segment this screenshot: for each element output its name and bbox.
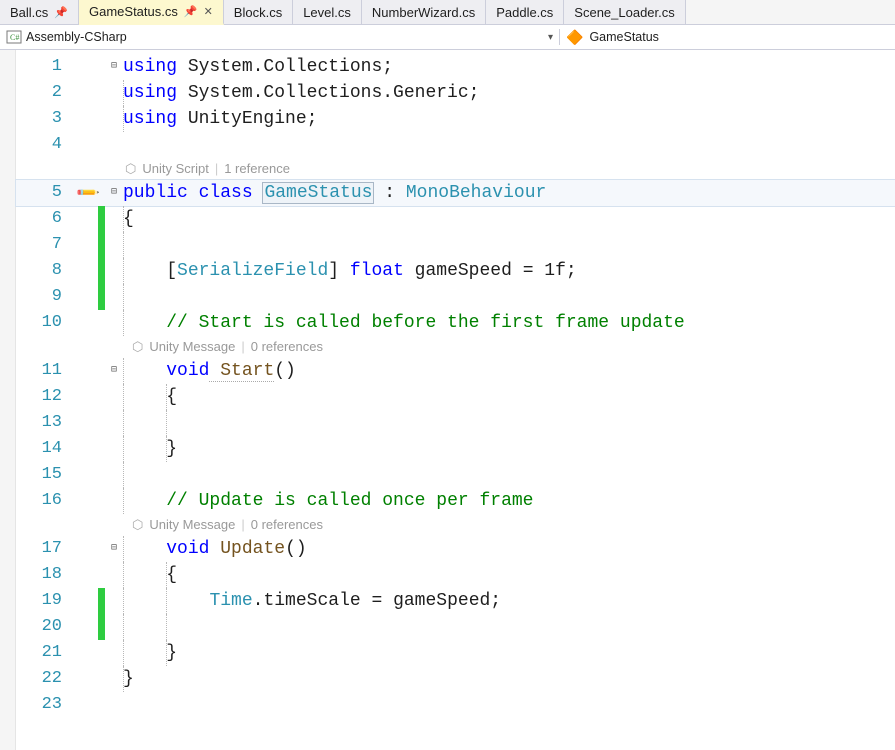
code-line[interactable]: { bbox=[123, 206, 134, 232]
code-line[interactable]: [SerializeField] float gameSpeed = 1f; bbox=[123, 258, 577, 284]
code-line[interactable] bbox=[123, 232, 166, 258]
tab-paddle-cs[interactable]: Paddle.cs bbox=[486, 0, 564, 24]
pin-icon[interactable]: 📌 bbox=[184, 5, 198, 18]
tab-level-cs[interactable]: Level.cs bbox=[293, 0, 362, 24]
unity-icon: ⬡ bbox=[132, 512, 143, 538]
tab-label: Paddle.cs bbox=[496, 5, 553, 20]
line-number: 20 bbox=[16, 614, 80, 640]
indicator-margin bbox=[0, 50, 16, 750]
change-marker bbox=[98, 588, 105, 614]
code-line[interactable]: void Update() bbox=[123, 536, 307, 562]
tab-ball-cs[interactable]: Ball.cs 📌 bbox=[0, 0, 79, 24]
chevron-down-icon: ▾ bbox=[548, 32, 553, 43]
tab-label: NumberWizard.cs bbox=[372, 5, 475, 20]
unity-icon: ⬡ bbox=[125, 156, 136, 182]
line-number: 10 bbox=[16, 310, 80, 336]
tab-numberwizard-cs[interactable]: NumberWizard.cs bbox=[362, 0, 486, 24]
code-line[interactable]: } bbox=[123, 666, 134, 692]
change-marker bbox=[98, 258, 105, 284]
code-editor: 1 ⊟ using System.Collections; 2 using Sy… bbox=[0, 50, 895, 750]
quick-action-icon[interactable]: ✏️ bbox=[80, 180, 98, 207]
code-line[interactable] bbox=[123, 284, 166, 310]
code-line[interactable]: // Update is called once per frame bbox=[123, 488, 533, 514]
change-marker bbox=[98, 614, 105, 640]
change-marker bbox=[98, 206, 105, 232]
line-number: 2 bbox=[16, 80, 80, 106]
line-number: 3 bbox=[16, 106, 80, 132]
code-line[interactable]: void Start() bbox=[123, 358, 296, 384]
line-number: 22 bbox=[16, 666, 80, 692]
change-marker bbox=[98, 232, 105, 258]
code-line[interactable] bbox=[123, 462, 166, 488]
line-number: 15 bbox=[16, 462, 80, 488]
navigation-bar: C# Assembly-CSharp ▾ 🔶 GameStatus bbox=[0, 25, 895, 50]
code-line[interactable]: public class GameStatus : MonoBehaviour bbox=[123, 180, 546, 206]
codelens-class[interactable]: ⬡ Unity Script | 1 reference bbox=[123, 156, 290, 182]
code-line[interactable]: // Start is called before the first fram… bbox=[123, 310, 685, 336]
tab-gamestatus-cs[interactable]: GameStatus.cs 📌 ✕ bbox=[79, 0, 224, 25]
project-dropdown[interactable]: C# Assembly-CSharp ▾ bbox=[0, 29, 560, 45]
code-line[interactable]: { bbox=[123, 562, 177, 588]
code-line[interactable]: } bbox=[123, 640, 177, 666]
code-line[interactable]: using System.Collections; bbox=[123, 54, 393, 80]
class-name: GameStatus bbox=[589, 30, 658, 44]
codelens-start[interactable]: ⬡Unity Message|0 references bbox=[123, 334, 323, 360]
line-number: 5 bbox=[16, 180, 80, 206]
csharp-project-icon: C# bbox=[6, 29, 22, 45]
line-number: 9 bbox=[16, 284, 80, 310]
document-tab-bar: Ball.cs 📌 GameStatus.cs 📌 ✕ Block.cs Lev… bbox=[0, 0, 895, 25]
code-line[interactable]: } bbox=[123, 436, 177, 462]
fold-toggle[interactable]: ⊟ bbox=[105, 536, 123, 562]
close-icon[interactable]: ✕ bbox=[204, 5, 213, 18]
code-line[interactable] bbox=[123, 410, 209, 436]
code-area[interactable]: 1 ⊟ using System.Collections; 2 using Sy… bbox=[16, 50, 895, 750]
line-number: 18 bbox=[16, 562, 80, 588]
line-number: 6 bbox=[16, 206, 80, 232]
line-number: 7 bbox=[16, 232, 80, 258]
code-line[interactable]: Time.timeScale = gameSpeed; bbox=[123, 588, 501, 614]
line-number: 16 bbox=[16, 488, 80, 514]
project-name: Assembly-CSharp bbox=[26, 30, 127, 44]
line-number: 12 bbox=[16, 384, 80, 410]
svg-text:C#: C# bbox=[10, 33, 19, 42]
class-icon: 🔶 bbox=[566, 29, 583, 46]
code-line[interactable] bbox=[123, 614, 209, 640]
fold-toggle[interactable]: ⊟ bbox=[105, 180, 123, 206]
tab-label: Scene_Loader.cs bbox=[574, 5, 674, 20]
code-line[interactable]: using UnityEngine; bbox=[123, 106, 317, 132]
line-number: 4 bbox=[16, 132, 80, 158]
unity-icon: ⬡ bbox=[132, 334, 143, 360]
tab-label: Level.cs bbox=[303, 5, 351, 20]
tab-label: GameStatus.cs bbox=[89, 4, 178, 19]
line-number: 13 bbox=[16, 410, 80, 436]
code-line[interactable]: using System.Collections.Generic; bbox=[123, 80, 479, 106]
line-number: 8 bbox=[16, 258, 80, 284]
line-number: 14 bbox=[16, 436, 80, 462]
line-number: 1 bbox=[16, 54, 80, 80]
codelens-update[interactable]: ⬡Unity Message|0 references bbox=[123, 512, 323, 538]
fold-toggle[interactable]: ⊟ bbox=[105, 358, 123, 384]
line-number: 19 bbox=[16, 588, 80, 614]
change-marker bbox=[98, 284, 105, 310]
tab-label: Block.cs bbox=[234, 5, 282, 20]
line-number: 23 bbox=[16, 692, 80, 718]
tab-sceneloader-cs[interactable]: Scene_Loader.cs bbox=[564, 0, 685, 24]
tab-block-cs[interactable]: Block.cs bbox=[224, 0, 293, 24]
pin-icon[interactable]: 📌 bbox=[54, 6, 68, 19]
line-number: 11 bbox=[16, 358, 80, 384]
line-number: 17 bbox=[16, 536, 80, 562]
line-number: 21 bbox=[16, 640, 80, 666]
fold-toggle[interactable]: ⊟ bbox=[105, 54, 123, 80]
class-dropdown[interactable]: 🔶 GameStatus bbox=[560, 29, 895, 46]
code-line[interactable]: { bbox=[123, 384, 177, 410]
tab-label: Ball.cs bbox=[10, 5, 48, 20]
